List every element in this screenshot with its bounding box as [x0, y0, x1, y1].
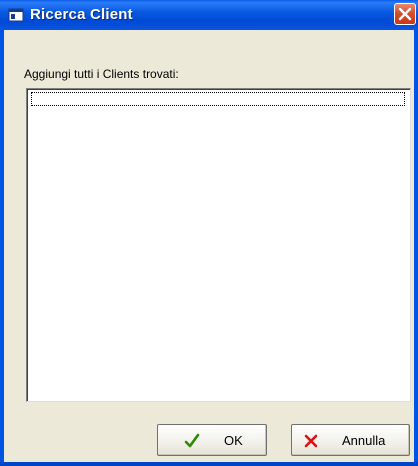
app-window-icon: [8, 8, 24, 22]
clients-listbox[interactable]: [26, 88, 411, 402]
cross-icon: [304, 434, 318, 448]
window-title: Ricerca Client: [30, 6, 133, 23]
listbox-focus-row[interactable]: [31, 92, 405, 106]
title-bar[interactable]: Ricerca Client: [0, 0, 418, 30]
checkmark-icon: [184, 433, 200, 448]
ok-label: OK: [224, 433, 243, 448]
close-icon: [398, 7, 412, 21]
cancel-button[interactable]: Annulla: [291, 424, 410, 456]
ok-button[interactable]: OK: [157, 424, 267, 456]
close-button[interactable]: [394, 3, 416, 25]
window-bottom-border: [0, 462, 418, 466]
cancel-label: Annulla: [342, 433, 386, 448]
list-label: Aggiungi tutti i Clients trovati:: [24, 67, 179, 81]
